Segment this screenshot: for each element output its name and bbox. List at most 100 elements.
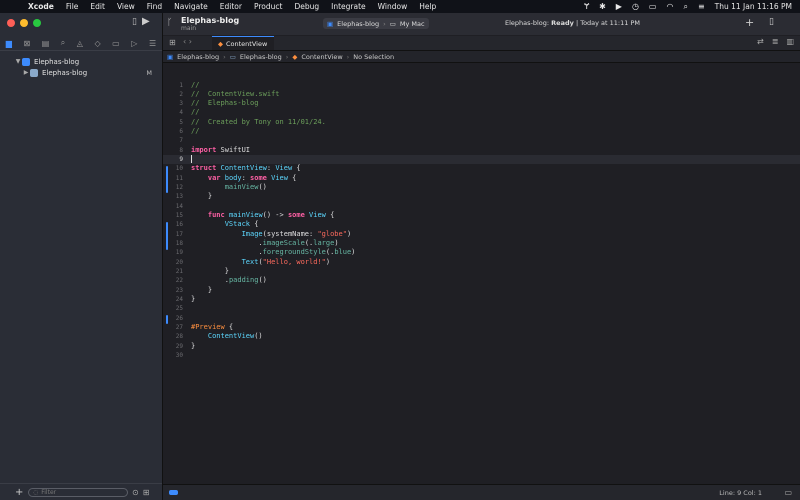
code-line: 23 } xyxy=(163,286,800,295)
code-line: 10 struct ContentView: View { xyxy=(163,164,800,173)
code-line: 6// xyxy=(163,127,800,136)
tab-contentview[interactable]: ◆ ContentView xyxy=(212,36,274,50)
tab-label: ContentView xyxy=(226,39,268,48)
debug-area-toggle-icon[interactable] xyxy=(169,490,178,495)
line-number: 8 xyxy=(179,147,183,154)
project-icon xyxy=(22,57,30,66)
line-number: 4 xyxy=(179,109,183,116)
project-icon: ▣ xyxy=(167,52,174,61)
jump-bar: ▣ Elephas-blog › ▭ Elephas-blog › ◆ Cont… xyxy=(163,51,800,63)
swift-file-icon: ◆ xyxy=(218,39,223,48)
menu-editor[interactable]: Editor xyxy=(220,2,242,11)
related-items-icon[interactable]: ⊞ xyxy=(169,38,176,47)
code-line: 15 func mainView() -> some View { xyxy=(163,211,800,220)
code-line: 22 .padding() xyxy=(163,276,800,285)
split-editor-icon[interactable]: ▥ xyxy=(786,37,794,46)
source-control-icon[interactable]: ⊠ xyxy=(23,39,30,48)
code-line: 8 import SwiftUI xyxy=(163,146,800,155)
menu-navigate[interactable]: Navigate xyxy=(174,2,208,11)
code-line: 21 } xyxy=(163,267,800,276)
jump-selection[interactable]: No Selection xyxy=(353,53,394,61)
zoom-button[interactable] xyxy=(33,19,41,27)
chevron-down-icon[interactable]: ▼ xyxy=(14,58,22,65)
refresh-icon[interactable]: ⇄ xyxy=(757,37,764,46)
menu-debug[interactable]: Debug xyxy=(294,2,319,11)
battery-icon[interactable]: ▭ xyxy=(649,2,657,11)
panel-toggle-icon[interactable]: ▭ xyxy=(784,488,792,497)
line-number: 13 xyxy=(175,193,183,200)
menu-product[interactable]: Product xyxy=(254,2,282,11)
close-button[interactable] xyxy=(7,19,15,27)
code-line: 2// ContentView.swift xyxy=(163,90,800,99)
line-number: 25 xyxy=(175,305,183,312)
chevron-right-icon: › xyxy=(223,52,226,61)
branch-name[interactable]: main xyxy=(181,25,196,32)
line-number: 21 xyxy=(175,268,183,275)
bluetooth-icon[interactable]: ✱ xyxy=(599,2,606,11)
code-line: 24} xyxy=(163,295,800,304)
search-icon[interactable]: ⌕ xyxy=(683,2,687,12)
separator: › xyxy=(383,19,386,28)
line-number: 28 xyxy=(175,333,183,340)
run-icon[interactable]: ▶ xyxy=(142,16,150,27)
chevron-right-icon: › xyxy=(346,52,350,61)
wifi-icon[interactable]: ◠ xyxy=(666,2,673,11)
modified-files-icon[interactable]: ⊞ xyxy=(143,488,150,497)
editor-options-icon[interactable]: ≣ xyxy=(772,37,779,46)
project-title: Elephas-blog xyxy=(181,16,240,25)
activity-status: Elephas-blog: Ready | Today at 11:11 PM xyxy=(505,19,640,27)
clock-icon[interactable]: ◷ xyxy=(632,2,639,11)
line-number: 7 xyxy=(179,137,183,144)
jump-file[interactable]: ContentView xyxy=(301,53,342,61)
add-file-icon[interactable]: + xyxy=(15,487,25,498)
control-center-icon[interactable]: ≡ xyxy=(698,2,705,11)
find-navigator-icon[interactable]: ⌕ xyxy=(61,38,65,48)
code-line: 14 xyxy=(163,202,800,211)
report-navigator-icon[interactable]: ☰ xyxy=(149,39,156,48)
test-navigator-icon[interactable]: ◇ xyxy=(94,39,100,48)
tree-item-project[interactable]: ▼ Elephas-blog xyxy=(0,56,162,67)
menu-xcode[interactable]: Xcode xyxy=(28,2,54,11)
back-forward-icons[interactable]: ‹ › xyxy=(183,37,192,46)
code-line: 19 .foregroundStyle(.blue) xyxy=(163,248,800,257)
project-navigator-icon[interactable]: ▆ xyxy=(6,39,12,48)
line-number: 1 xyxy=(179,82,183,89)
filter-placeholder: Filter xyxy=(41,488,57,496)
menu-window[interactable]: Window xyxy=(378,2,408,11)
folder-icon: ▭ xyxy=(229,52,236,61)
scheme-selector[interactable]: ▣ Elephas-blog › ▭ My Mac xyxy=(323,18,429,29)
tree-item-label: Elephas-blog xyxy=(34,57,80,66)
code-line: 11 var body: some View { xyxy=(163,174,800,183)
menu-find[interactable]: Find xyxy=(147,2,162,11)
toolbar: ▶ ᚴ Elephas-blog main ▣ Elephas-blog › ▭… xyxy=(142,13,800,35)
library-plus-icon[interactable]: + xyxy=(745,16,754,29)
menubar-clock[interactable]: Thu 11 Jan 11:16 PM xyxy=(715,2,792,11)
debug-navigator-icon[interactable]: ▭ xyxy=(112,39,120,48)
line-number: 6 xyxy=(179,128,183,135)
tree-item-folder[interactable]: ▶ Elephas-blog M xyxy=(0,67,162,78)
code-line: 5// Created by Tony on 11/01/24. xyxy=(163,118,800,127)
play-icon[interactable]: ▶ xyxy=(616,2,622,11)
status-app-icon[interactable]: Ɏ xyxy=(584,2,589,11)
menu-file[interactable]: File xyxy=(66,2,79,11)
jump-project[interactable]: Elephas-blog xyxy=(177,53,219,61)
jump-folder[interactable]: Elephas-blog xyxy=(240,53,282,61)
inspector-toggle-icon[interactable]: ▯ xyxy=(769,17,774,27)
minimize-button[interactable] xyxy=(20,19,28,27)
symbol-navigator-icon[interactable]: ▤ xyxy=(42,39,50,48)
menu-help[interactable]: Help xyxy=(419,2,436,11)
breakpoint-navigator-icon[interactable]: ▷ xyxy=(131,39,137,48)
filter-field[interactable]: ◌ Filter xyxy=(28,487,128,497)
menu-edit[interactable]: Edit xyxy=(90,2,105,11)
editor-tab-bar: ⊞ ‹ › ◆ ContentView ⇄ ≣ ▥ xyxy=(163,36,800,51)
line-number: 30 xyxy=(175,352,183,359)
chevron-right-icon[interactable]: ▶ xyxy=(22,69,30,76)
issue-navigator-icon[interactable]: ◬ xyxy=(77,39,83,48)
line-number: 29 xyxy=(175,343,183,350)
code-editor[interactable]: 1// 2// ContentView.swift 3// Elephas-bl… xyxy=(163,64,800,484)
navigator-tabs: ▆ ⊠ ▤ ⌕ ◬ ◇ ▭ ▷ ☰ xyxy=(0,36,162,51)
recent-files-icon[interactable]: ⊙ xyxy=(132,488,139,497)
menu-integrate[interactable]: Integrate xyxy=(331,2,366,11)
menu-view[interactable]: View xyxy=(117,2,135,11)
project-tree: ▼ Elephas-blog ▶ Elephas-blog M xyxy=(0,56,162,78)
